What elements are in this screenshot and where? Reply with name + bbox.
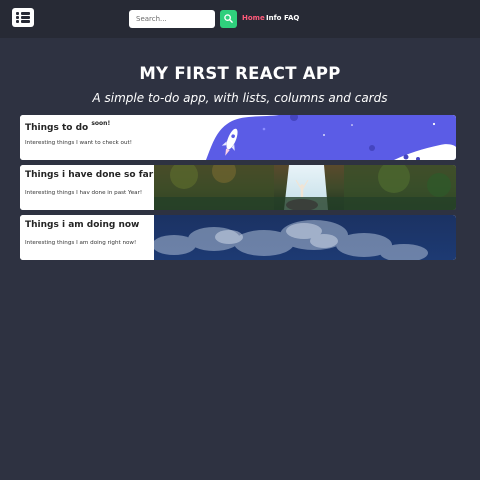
rocket-illustration [154, 115, 456, 160]
nav-link-home[interactable]: Home [242, 14, 265, 22]
search-input[interactable] [129, 10, 215, 28]
card-text: Interesting things I hav done in past Ye… [25, 190, 143, 196]
soon-badge: soon! [91, 120, 111, 127]
navbar: Home Info FAQ [0, 0, 480, 38]
search-button[interactable] [220, 10, 237, 28]
waterfall-photo [154, 165, 456, 210]
card-text: Interesting things I am doing right now! [25, 240, 137, 246]
list-icon[interactable] [12, 8, 34, 27]
nav-link-info[interactable]: Info [266, 14, 281, 22]
search-icon [224, 14, 233, 23]
nav-link-faq[interactable]: FAQ [284, 14, 299, 22]
card-doing-now[interactable]: Things i am doing now Interesting things… [20, 215, 456, 260]
card-text: Interesting things I want to check out! [25, 140, 132, 146]
card-things-to-do[interactable]: Things to do soon! Interesting things I … [20, 115, 456, 160]
card-title: Things i am doing now [25, 220, 140, 230]
card-title: Things to do soon! [25, 120, 111, 133]
card-things-done[interactable]: Things i have done so far Interesting th… [20, 165, 456, 210]
page-title: MY FIRST REACT APP [139, 64, 341, 83]
card-body: Things to do soon! Interesting things I … [20, 115, 154, 160]
page-subtitle: A simple to-do app, with lists, columns … [92, 91, 388, 105]
card-body: Things i have done so far Interesting th… [20, 165, 154, 210]
clouds-photo [154, 215, 456, 260]
card-body: Things i am doing now Interesting things… [20, 215, 154, 260]
card-title: Things i have done so far [25, 170, 154, 180]
